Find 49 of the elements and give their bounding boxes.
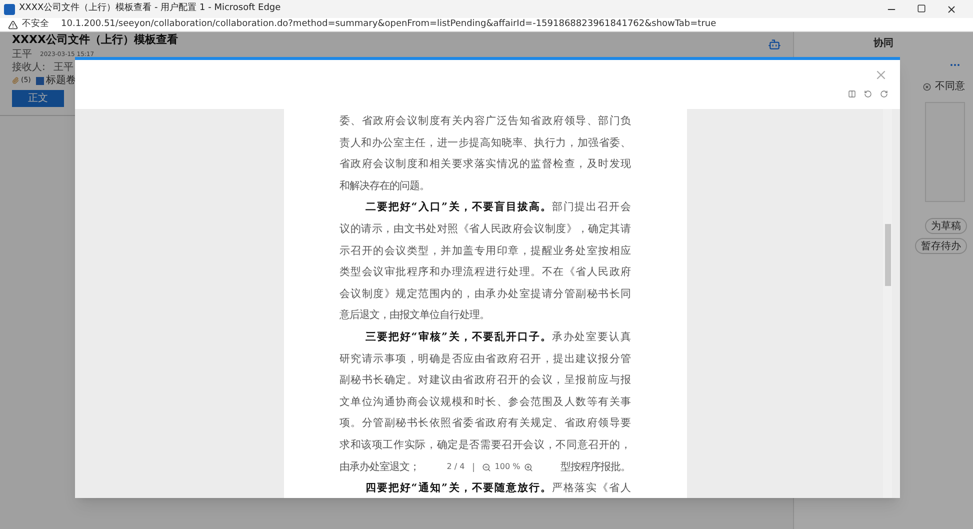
document-text-line: 类型会议审批程序和办理流程进行处理。不在《省人民政府: [340, 265, 630, 280]
rotate-left-icon[interactable]: [864, 90, 872, 98]
window-title: XXXX公司文件（上行）模板查看 - 用户配置 1 - Microsoft Edge: [19, 2, 281, 16]
attachment-name[interactable]: 标题卷: [46, 73, 76, 88]
browser-app-icon: [4, 4, 15, 14]
rotate-right-icon[interactable]: [880, 90, 888, 98]
receiver-name: 王平: [53, 60, 74, 74]
document-text-line: 示召开的会议类型，并加盖专用印章，提醒业务处室按相应: [340, 244, 630, 259]
document-text-line: 项。分管副秘书长依照省委省政府有关规定、省政府领导要: [340, 416, 630, 432]
panel-title: 协同: [874, 36, 894, 51]
disagree-option[interactable]: 不同意: [935, 79, 965, 94]
page-indicator: 2 / 4: [446, 463, 465, 472]
document-text-line: 委、省政府会议制度有关内容广泛告知省政府领导、部门负: [340, 114, 630, 129]
document-text-line: 副秘书长确定。对建议由省政府召开的会议，呈报前应与报: [340, 373, 630, 388]
document-text-line: 型按程序报批。: [560, 460, 630, 474]
zoom-out-icon[interactable]: [482, 462, 491, 472]
maximize-icon[interactable]: [917, 4, 926, 12]
document-text-line: 由承办处室退文；: [340, 460, 420, 474]
document-text-line: 三要把好“审核”关，不要乱开口子。承办处室要认真: [364, 330, 630, 345]
receiver-label: 接收人:: [12, 60, 46, 74]
document-text-line: 和解决存在的问题。: [340, 178, 430, 194]
panel-button[interactable]: 为草稿: [925, 218, 967, 234]
document-text-line: 议的请示，由文书处对照《省人民政府会议制度》，确定其请: [340, 222, 630, 237]
document-text-line: 文单位沟通协商会议规模和时长、参会范围及人数等有关事: [340, 394, 630, 410]
document-text-line: 二要把好“入口”关，不要盲目拔高。部门提出召开会: [364, 200, 630, 216]
url-text[interactable]: 10.1.200.51/seeyon/collaboration/collaboration.do?method=summary&openFrom=listPending&affairId=-1591868823961841762&showTab=true: [61, 18, 716, 32]
security-label: 不安全: [22, 18, 49, 31]
body-tab[interactable]: 正文: [12, 90, 64, 107]
document-text-line: 省政府会议制度和相关要求落实情况的监督检查，及时发现: [340, 157, 630, 172]
split-view-icon[interactable]: [848, 90, 856, 98]
sender-name: 王平: [12, 48, 32, 62]
document-text-line: 意后退文，由报文单位自行处理。: [340, 308, 490, 324]
scrollbar-thumb[interactable]: [884, 224, 890, 286]
document-text-line: 研究请示事项，明确是否应由省政府召开，提出建议报分管: [340, 352, 630, 367]
paperclip-icon: [12, 77, 19, 84]
disagree-icon[interactable]: [923, 82, 931, 90]
panel-button[interactable]: 暂存待办: [915, 238, 967, 254]
warning-icon: [8, 20, 18, 30]
document-text-line: 会议制度》规定范围内的，由承办处室提请分管副秘书长同: [340, 286, 630, 302]
robot-icon[interactable]: [768, 38, 781, 51]
close-icon[interactable]: [946, 4, 957, 14]
document-text-line: 责人和办公室主任，进一步提高知晓率、执行力，加强省委、: [340, 136, 630, 151]
document-text-line: 四要把好“通知”关，不要随意放行。严格落实《省人: [364, 481, 630, 496]
zoom-level: 100 %: [494, 463, 520, 472]
document-text-line: 求和该项工作实际，确定是否需要召开会议，不同意召开的，: [340, 438, 630, 453]
page-title: XXXX公司文件（上行）模板查看: [12, 32, 178, 48]
scrollbar[interactable]: [883, 109, 892, 498]
zoom-in-icon[interactable]: [524, 462, 534, 472]
word-file-icon: [36, 76, 44, 84]
